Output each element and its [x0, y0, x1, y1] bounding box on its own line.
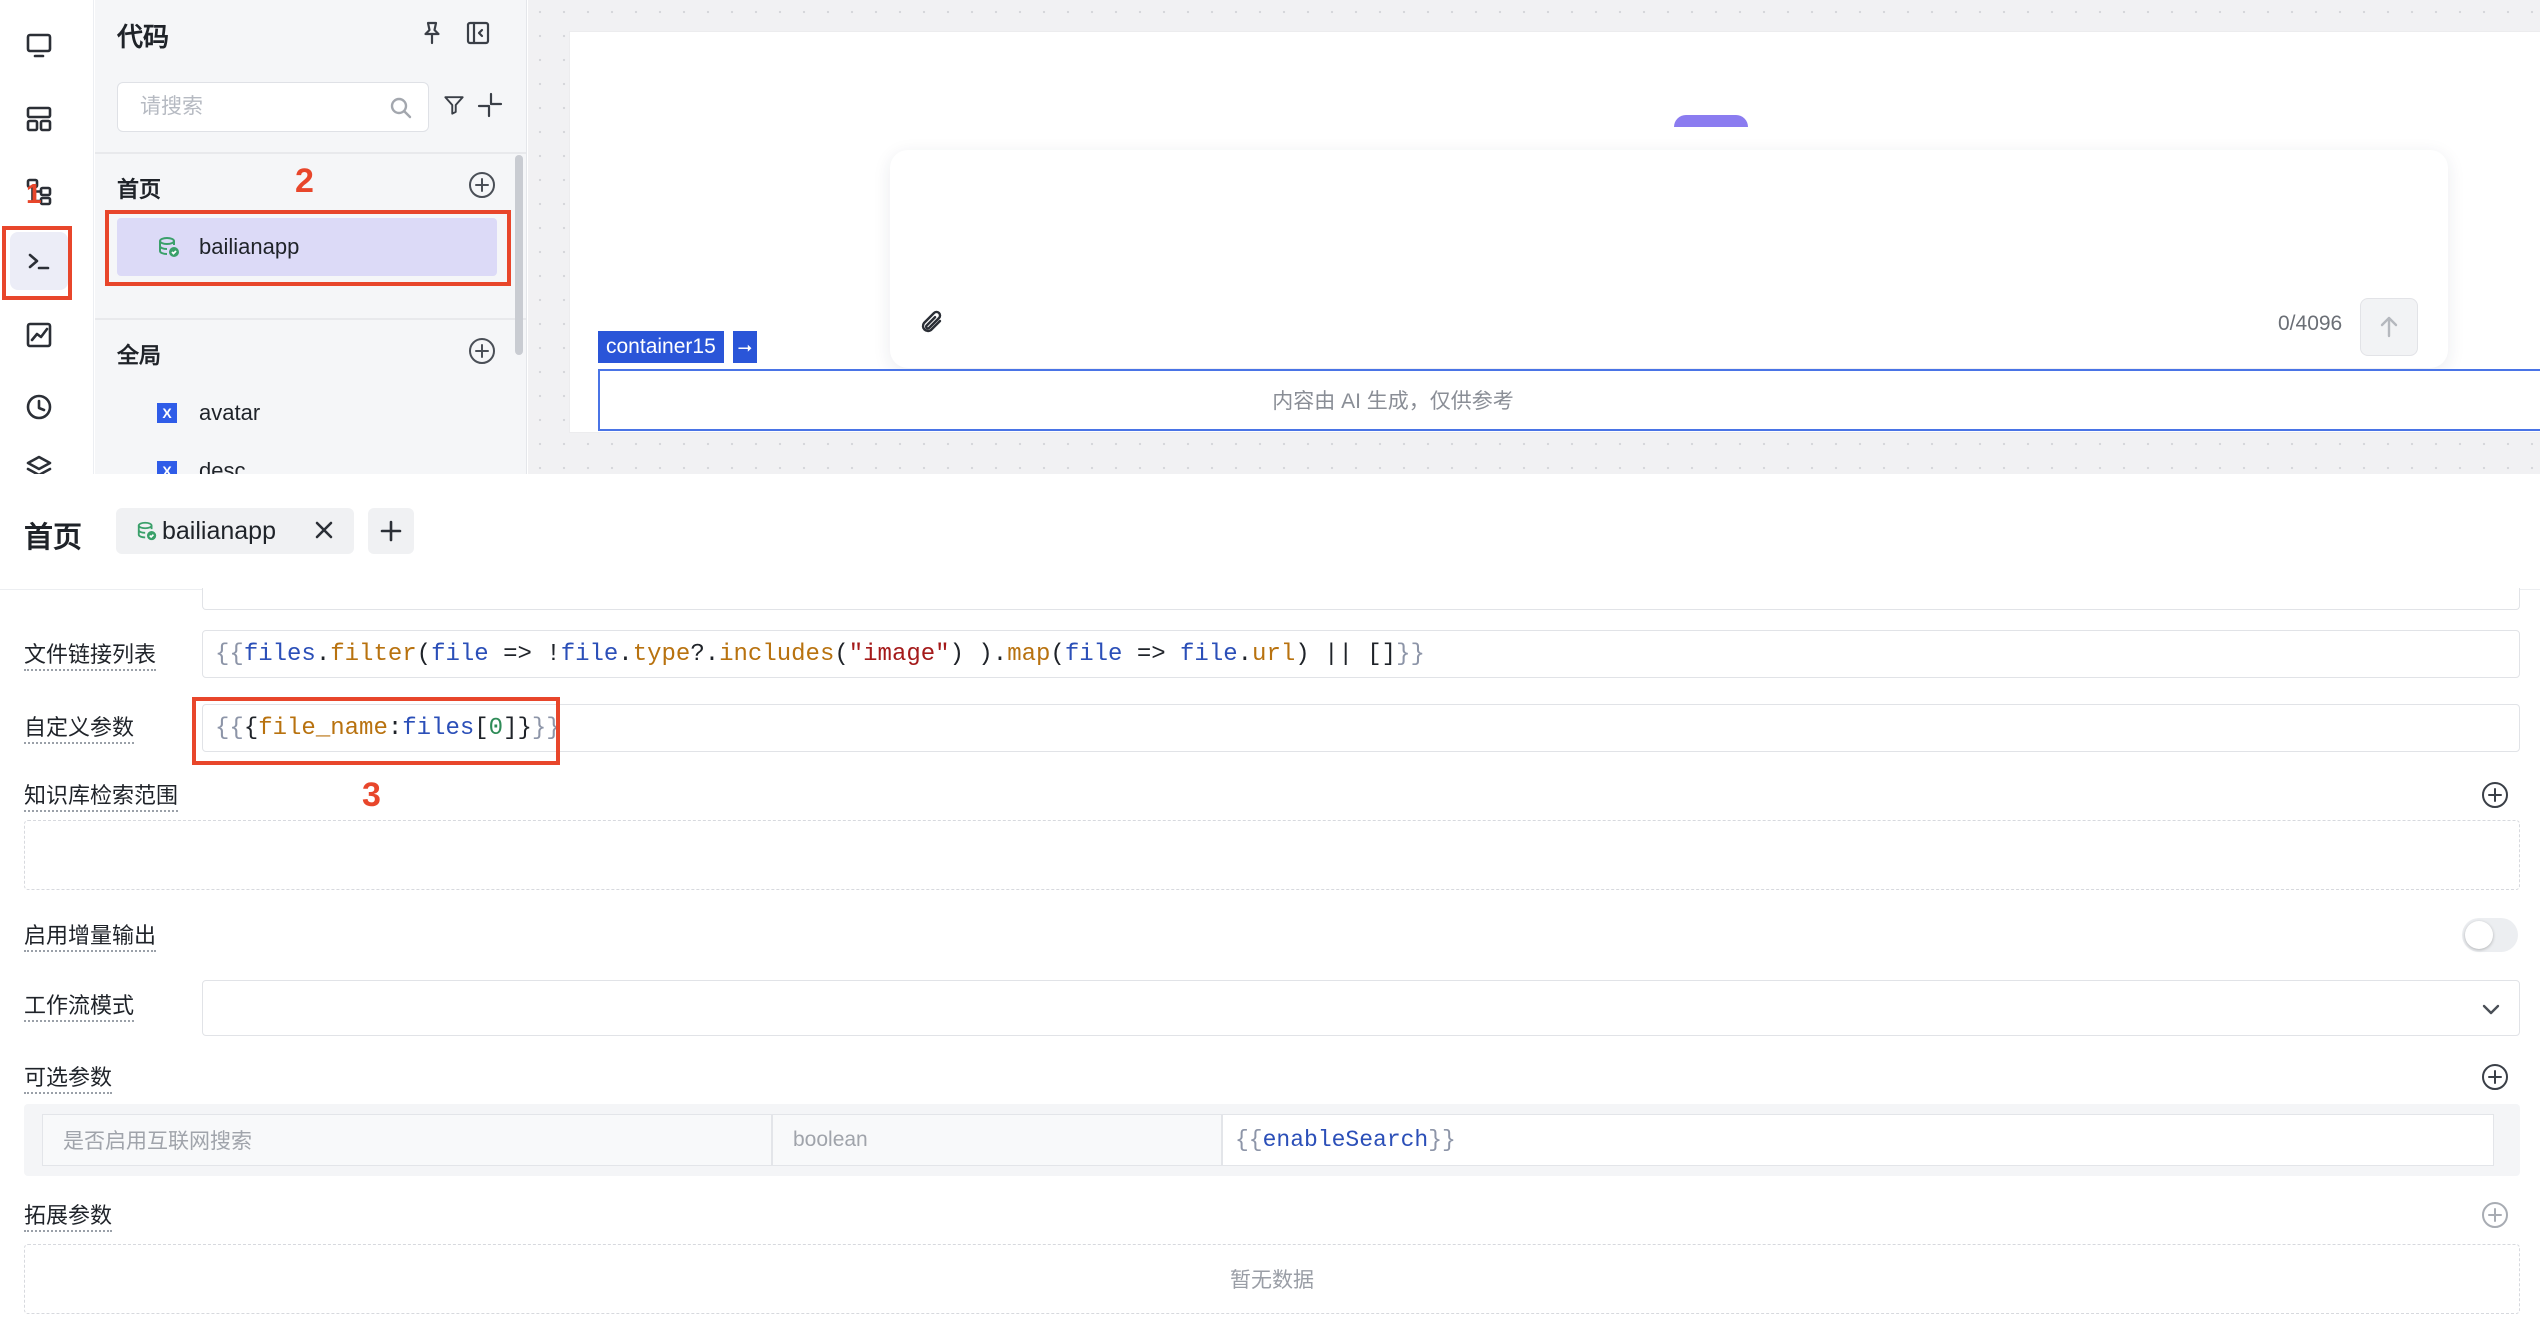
empty-text: 暂无数据 [1230, 1269, 1314, 1292]
filter-icon[interactable] [441, 92, 467, 118]
clock-icon[interactable] [10, 378, 68, 436]
file-links-input[interactable]: {{files. filter(file => ! file. type?. inclu… [202, 630, 2520, 678]
disclaimer-text: 内容由 AI 生成，仅供参考 [1272, 390, 1514, 413]
variable-icon: X [157, 461, 177, 474]
kb-scope-list [24, 820, 2520, 890]
panel-scrollbar[interactable] [515, 155, 523, 355]
search-icon [390, 97, 412, 119]
layout-icon[interactable] [10, 90, 68, 148]
page-icon[interactable] [10, 16, 68, 74]
param-name-field[interactable]: 是否启用互联网搜索 [42, 1114, 772, 1166]
annotation-number-3: 3 [362, 776, 381, 814]
incremental-output-label: 启用增量输出 [24, 922, 157, 952]
add-optional-param-icon[interactable] [2480, 1062, 2510, 1092]
annotation-number-1: 1 [26, 178, 42, 209]
code-editor: 首页 bailianapp 文件链接列表 {{files. filter(file… [0, 474, 2540, 1340]
panel-divider [95, 318, 526, 320]
variable-icon: X [157, 403, 177, 423]
section-global-title: 全局 [117, 343, 162, 368]
editor-title: 首页 [24, 522, 83, 554]
incremental-output-toggle[interactable] [2462, 918, 2518, 952]
tree-item-label: bailianapp [199, 234, 300, 259]
extended-params-label: 拓展参数 [24, 1202, 113, 1232]
add-home-code-icon[interactable] [467, 170, 497, 200]
optional-params-label: 可选参数 [24, 1064, 113, 1094]
layers-icon[interactable] [10, 448, 68, 474]
toggle-knob [2465, 921, 2493, 949]
collapse-panel-icon[interactable] [463, 18, 493, 48]
file-links-label: 文件链接列表 [24, 641, 157, 671]
add-tab-button[interactable] [368, 508, 414, 554]
section-home-title: 首页 [117, 177, 162, 202]
panel-title: 代码 [117, 22, 170, 52]
select-parent-icon[interactable]: ⭢ [733, 331, 757, 363]
custom-params-label: 自定义参数 [24, 714, 135, 744]
datasource-icon [159, 237, 179, 257]
send-button[interactable] [2360, 298, 2418, 356]
add-kb-scope-icon[interactable] [2480, 780, 2510, 810]
editor-header: 首页 bailianapp [0, 474, 2540, 590]
tree-item-bailianapp[interactable]: bailianapp [117, 218, 497, 276]
hidden-code-field[interactable] [202, 588, 2520, 610]
plus-icon [380, 520, 402, 542]
param-value-field[interactable]: {{enableSearch}} [1222, 1114, 2494, 1166]
workflow-mode-select[interactable] [202, 980, 2520, 1036]
tab-label: bailianapp [162, 516, 276, 545]
attachment-icon[interactable] [916, 306, 950, 340]
close-icon[interactable] [312, 518, 336, 542]
tree-item-avatar[interactable]: X avatar [117, 384, 497, 442]
design-canvas[interactable]: 0/4096 container15 ⭢ 内容由 AI 生成，仅供参考 [528, 0, 2540, 474]
icon-rail: 1 [0, 0, 94, 474]
char-count: 0/4096 [2278, 312, 2343, 335]
workflow-mode-label: 工作流模式 [24, 992, 135, 1022]
datasource-icon [137, 521, 157, 541]
tree-item-label: avatar [199, 400, 261, 425]
collapse-all-icon[interactable] [475, 90, 505, 120]
panel-divider [95, 152, 526, 154]
avatar-decoration [1674, 115, 1748, 127]
annotation-number-2: 2 [295, 162, 314, 200]
container-label: container15 [598, 331, 724, 363]
tree-item-desc[interactable]: X desc [117, 442, 497, 474]
chart-icon[interactable] [10, 306, 68, 364]
terminal-icon[interactable] [10, 232, 68, 290]
extended-params-empty: 暂无数据 [24, 1244, 2520, 1314]
param-type-field[interactable]: boolean [772, 1114, 1222, 1166]
search-input[interactable] [118, 83, 378, 131]
add-extended-param-icon[interactable] [2480, 1200, 2510, 1230]
disclaimer-container[interactable]: 内容由 AI 生成，仅供参考 [598, 369, 2540, 431]
code-panel: 代码 首页 bailianapp 2 全局 X avatar X de [95, 0, 527, 474]
kb-scope-label: 知识库检索范围 [24, 782, 179, 812]
annotation-box-3 [192, 697, 560, 765]
arrow-up-icon [2380, 316, 2398, 338]
tree-item-label: desc [199, 458, 246, 474]
pin-icon[interactable] [417, 18, 447, 48]
chat-input-card[interactable]: 0/4096 [890, 150, 2448, 368]
chevron-down-icon [2482, 1004, 2500, 1015]
add-global-code-icon[interactable] [467, 336, 497, 366]
optional-param-row: 是否启用互联网搜索 boolean {{enableSearch}} [24, 1104, 2520, 1176]
search-box [117, 82, 429, 132]
tab-bailianapp[interactable]: bailianapp [116, 508, 354, 554]
